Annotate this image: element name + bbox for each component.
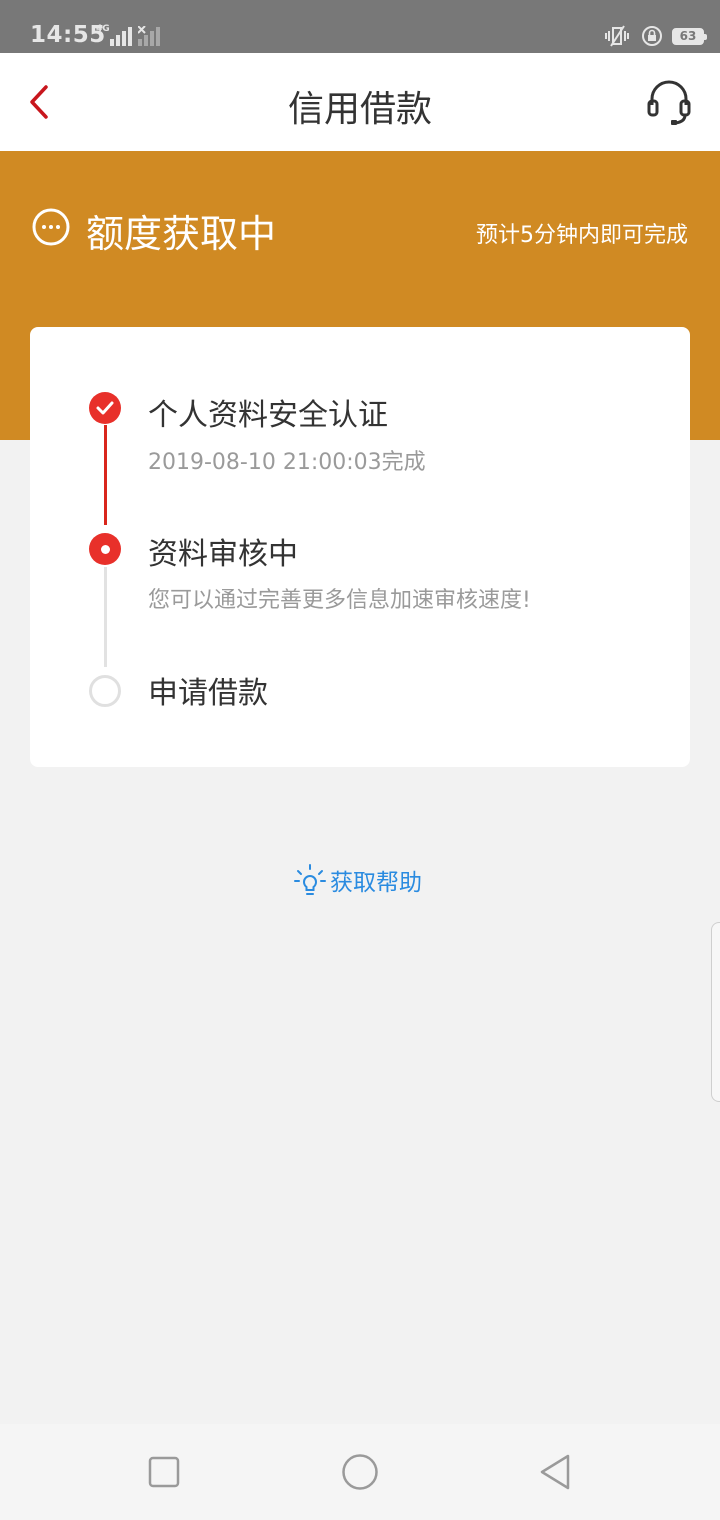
step-pending-marker (89, 675, 121, 707)
page-title: 信用借款 (287, 89, 432, 130)
back-nav-button[interactable] (536, 1454, 576, 1494)
home-button[interactable] (340, 1454, 380, 1494)
ellipsis-circle-icon (32, 208, 70, 246)
customer-service-button[interactable] (646, 79, 692, 127)
banner-eta-text: 预计5分钟内即可完成 (476, 223, 688, 248)
timeline-connector-done (104, 425, 107, 525)
battery-indicator: 63 (672, 27, 707, 45)
headset-icon (647, 80, 691, 125)
step-desc: 您可以通过完善更多信息加速审核速度! (148, 588, 531, 613)
step-title: 个人资料安全认证 (148, 398, 388, 433)
rotation-lock-icon (642, 26, 662, 46)
help-link[interactable]: 获取帮助 (294, 860, 422, 900)
help-label: 获取帮助 (330, 870, 422, 896)
step-title: 资料审核中 (148, 537, 298, 572)
status-time: 14:55 (30, 22, 106, 48)
active-dot-icon (100, 544, 110, 554)
check-icon (96, 401, 114, 415)
banner-status-text: 额度获取中 (86, 212, 277, 256)
edge-panel-handle[interactable] (711, 922, 720, 1102)
battery-level: 63 (679, 29, 697, 43)
step-active-marker (89, 533, 121, 565)
recent-apps-button[interactable] (146, 1454, 182, 1490)
progress-card: 个人资料安全认证 2019-08-10 21:00:03完成 资料审核中 您可以… (30, 327, 690, 767)
network-type: 4G (96, 24, 110, 34)
step-done-marker (89, 392, 121, 424)
signal-icon (110, 27, 132, 46)
signal-no-sim-icon (138, 26, 160, 46)
system-nav-bar (0, 1424, 720, 1520)
status-bar: 14:55 4G 63 (0, 0, 720, 53)
timeline-connector-pending (104, 567, 107, 667)
step-desc: 2019-08-10 21:00:03完成 (148, 450, 426, 475)
step-title: 申请借款 (148, 676, 268, 711)
vibrate-icon (605, 25, 629, 47)
nav-header: 信用借款 (0, 53, 720, 151)
lightbulb-icon (294, 864, 326, 895)
